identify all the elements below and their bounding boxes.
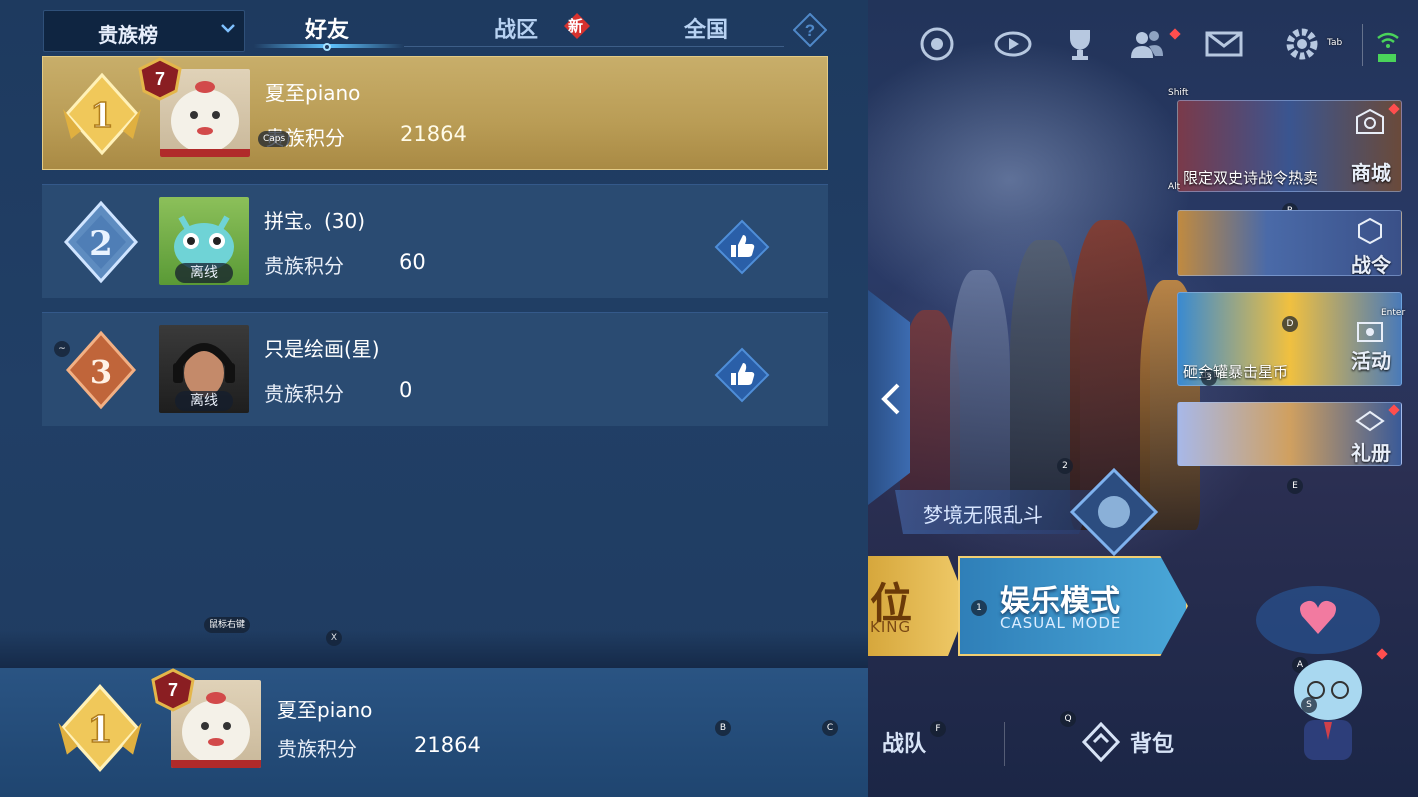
avatar[interactable]: 离线	[159, 197, 249, 285]
my-name: 夏至piano	[277, 698, 373, 722]
avatar[interactable]: 离线	[159, 325, 249, 413]
key-hint-f: F	[930, 721, 946, 737]
leaderboard-row[interactable]: 3 ~ 离线 只是绘画(星) 贵族积分 0	[42, 312, 828, 426]
casual-mode-button[interactable]: 娱乐模式 CASUAL MODE	[958, 556, 1188, 656]
score-label: 贵族积分	[264, 382, 344, 406]
leaderboard-row[interactable]: 1 7 夏至piano 贵族积分 21864 Caps	[42, 56, 828, 170]
key-hint-enter: Enter	[1381, 308, 1406, 318]
battle-pass-label: 战令	[1351, 253, 1391, 276]
divider	[1004, 722, 1005, 766]
battle-pass-icon	[1358, 217, 1382, 245]
wifi-battery-icon	[1377, 32, 1399, 62]
key-hint-c: C	[822, 720, 838, 736]
rank-1-gold-icon: 1	[63, 72, 141, 156]
svg-text:3: 3	[90, 353, 112, 391]
event-caption: 砸金罐暴击星币	[1183, 363, 1289, 381]
trophy-icon[interactable]	[1060, 24, 1100, 64]
offline-status: 离线	[175, 391, 233, 411]
bag-nav[interactable]: 背包	[1130, 726, 1174, 758]
gift-book-card[interactable]: 礼册	[1177, 402, 1402, 466]
tab-region[interactable]: 战区	[494, 12, 538, 44]
heart-icon	[1300, 600, 1336, 634]
key-hint-tab: Tab	[1327, 38, 1343, 48]
shop-caption: 限定双史诗战令热卖	[1183, 169, 1319, 187]
score-label: 贵族积分	[264, 254, 344, 278]
key-hint-1: 1	[971, 600, 987, 616]
rank-1-gold-icon: 1	[58, 684, 142, 772]
tab-friends[interactable]: 好友	[305, 12, 349, 44]
casual-mode-subtitle: CASUAL MODE	[1000, 614, 1122, 632]
divider	[1362, 24, 1363, 66]
list-fade	[0, 630, 868, 668]
dropdown-label: 贵族榜	[98, 23, 158, 47]
team-nav[interactable]: 战队	[882, 726, 926, 758]
chevron-down-icon	[221, 24, 235, 33]
new-badge: 新	[563, 12, 591, 40]
mail-icon[interactable]	[1204, 24, 1244, 64]
like-thumbs-up-icon[interactable]	[714, 347, 770, 403]
key-hint-s: S	[1301, 697, 1317, 713]
score-value: 0	[399, 378, 413, 402]
shop-card[interactable]: 商城 限定双史诗战令热卖	[1177, 100, 1402, 192]
gift-book-icon	[1355, 410, 1385, 432]
tab-national[interactable]: 全国	[684, 12, 728, 44]
event-label: 活动	[1351, 349, 1391, 373]
svg-text:?: ?	[805, 21, 815, 40]
new-badge-label: 新	[568, 17, 584, 35]
key-hint-e: E	[1287, 478, 1303, 494]
leaderboard-panel: 贵族榜 好友 战区 新 全国 ? 1 7 夏至piano 贵族积分 21864 …	[0, 0, 868, 797]
my-rank-footer: 1 7 夏至piano 贵族积分 21864 B C	[0, 668, 868, 797]
key-hint-q: Q	[1060, 711, 1076, 727]
shop-icon	[1356, 108, 1384, 134]
level-badge: 7	[151, 668, 195, 712]
shop-label: 商城	[1351, 161, 1391, 185]
player-name: 只是绘画(星)	[264, 337, 380, 361]
key-hint-shift: Shift	[1168, 88, 1189, 98]
settings-gear-icon[interactable]	[1282, 24, 1322, 64]
key-hint-b: B	[715, 720, 731, 736]
level-badge: 7	[138, 57, 182, 101]
ranked-mode-subtitle: KING	[870, 618, 912, 636]
key-hint-3: 3	[1201, 370, 1217, 386]
mascot-avatar[interactable]	[1278, 650, 1378, 770]
my-score-label: 贵族积分	[277, 737, 357, 761]
key-hint-caps: Caps	[258, 131, 291, 147]
svg-text:2: 2	[89, 224, 113, 264]
key-hint-alt: Alt	[1168, 182, 1181, 192]
bag-icon	[1082, 722, 1120, 762]
tab-divider	[404, 46, 784, 47]
key-hint-tilde: ~	[54, 341, 70, 357]
leaderboard-row[interactable]: 2 离线 拼宝。(30) 贵族积分 60	[42, 184, 828, 298]
player-name: 拼宝。(30)	[264, 209, 366, 233]
ranked-mode-button[interactable]: 位 KING	[868, 556, 968, 656]
dream-mode-label: 梦境无限乱斗	[923, 503, 1043, 527]
leaderboard-type-dropdown[interactable]: 贵族榜	[43, 10, 245, 52]
replay-icon[interactable]	[993, 24, 1033, 64]
svg-text:1: 1	[90, 96, 114, 136]
friends-icon[interactable]	[1127, 24, 1167, 64]
svg-text:1: 1	[87, 708, 112, 751]
dream-mode-banner[interactable]: 梦境无限乱斗	[895, 490, 1095, 534]
score-value: 60	[399, 250, 426, 274]
battle-pass-card[interactable]: 战令	[1177, 210, 1402, 276]
dream-mode-emblem[interactable]	[1068, 466, 1160, 558]
target-icon[interactable]	[917, 24, 957, 64]
active-tab-dot	[323, 43, 331, 51]
svg-text:7: 7	[155, 69, 165, 89]
offline-status: 离线	[175, 263, 233, 283]
score-value: 21864	[400, 122, 467, 146]
event-icon	[1357, 322, 1383, 342]
chevron-left-icon	[881, 383, 900, 415]
rank-3-bronze-icon: 3	[65, 330, 137, 410]
gift-book-label: 礼册	[1351, 441, 1391, 465]
rank-2-silver-icon: 2	[63, 200, 139, 284]
like-thumbs-up-icon[interactable]	[714, 219, 770, 275]
player-name: 夏至piano	[265, 81, 361, 105]
my-score: 21864	[414, 733, 481, 757]
help-icon[interactable]: ?	[793, 13, 827, 47]
key-hint-d: D	[1282, 316, 1298, 332]
svg-text:7: 7	[168, 680, 178, 700]
